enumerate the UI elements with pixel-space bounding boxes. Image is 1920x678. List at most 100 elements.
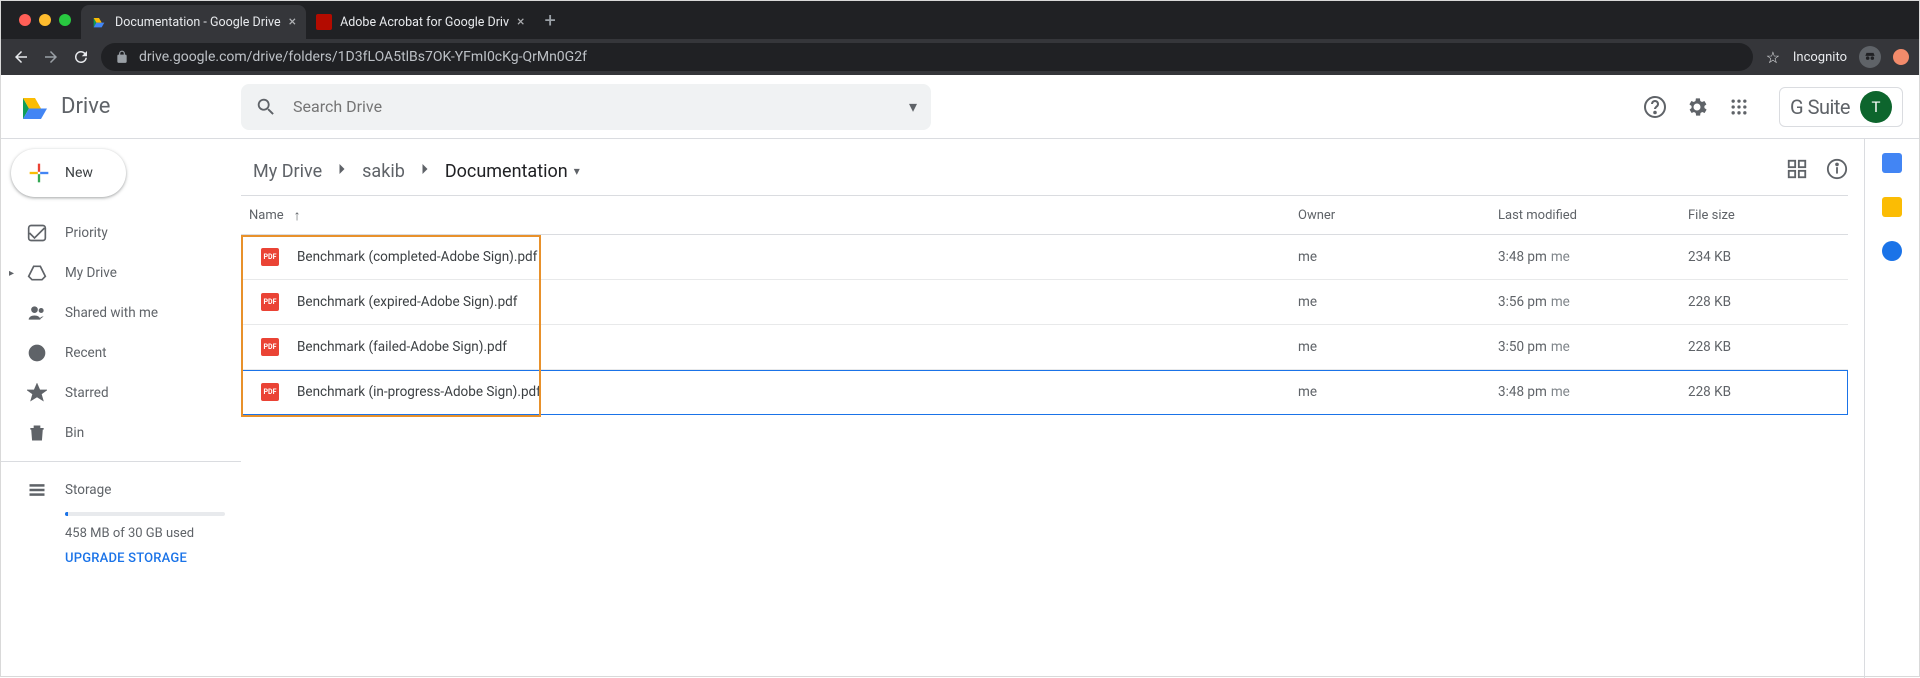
mydrive-icon: [27, 263, 47, 283]
browser-tab[interactable]: Documentation - Google Drive ×: [81, 5, 306, 39]
sidebar-item-shared-with-me[interactable]: Shared with me: [1, 293, 241, 333]
file-row[interactable]: PDFBenchmark (failed-Adobe Sign).pdfme3:…: [241, 325, 1848, 370]
search-options-icon[interactable]: ▾: [909, 97, 917, 116]
calendar-icon[interactable]: [1882, 153, 1902, 173]
sidebar-item-my-drive[interactable]: ▸My Drive: [1, 253, 241, 293]
file-row[interactable]: PDF Benchmark (completed-Adobe Sign).pdf m…: [241, 235, 1848, 280]
column-modified[interactable]: Last modified: [1498, 208, 1688, 223]
file-modified: 3:48 pmme: [1498, 384, 1688, 400]
bin-icon: [27, 423, 47, 443]
column-name[interactable]: Name↑: [249, 207, 1298, 224]
back-button[interactable]: [11, 48, 31, 66]
minimize-window-icon[interactable]: [39, 14, 51, 26]
apps-grid-icon[interactable]: [1727, 95, 1751, 119]
file-row[interactable]: PDFBenchmark (expired-Adobe Sign).pdfme3…: [241, 280, 1848, 325]
file-name: Benchmark (in-progress-Adobe Sign).pdf: [297, 384, 541, 400]
file-size: 234 KB: [1688, 249, 1848, 265]
drive-icon: [17, 89, 53, 125]
help-icon[interactable]: [1643, 95, 1667, 119]
file-owner: me: [1298, 249, 1498, 265]
breadcrumb-separator: [332, 159, 352, 184]
main-panel: My Drive sakib Documentation ▾ Name↑ Owner…: [241, 139, 1865, 678]
sidebar-item-recent[interactable]: Recent: [1, 333, 241, 373]
file-name: Benchmark (expired-Adobe Sign).pdf: [297, 294, 517, 310]
breadcrumb-item[interactable]: My Drive: [249, 157, 326, 186]
file-owner: me: [1298, 339, 1498, 355]
extension-icon[interactable]: [1893, 49, 1909, 65]
sidebar-item-label: Recent: [65, 345, 107, 361]
sidebar-item-label: Priority: [65, 225, 108, 241]
incognito-icon: [1859, 46, 1881, 68]
upgrade-storage-link[interactable]: UPGRADE STORAGE: [65, 551, 241, 566]
close-window-icon[interactable]: [19, 14, 31, 26]
tab-label: Adobe Acrobat for Google Driv: [340, 15, 509, 30]
sidebar-item-bin[interactable]: Bin: [1, 413, 241, 453]
bookmark-star-icon[interactable]: ☆: [1763, 48, 1783, 67]
file-row[interactable]: PDFBenchmark (in-progress-Adobe Sign).pd…: [241, 370, 1848, 415]
file-modified: 3:56 pmme: [1498, 294, 1688, 310]
keep-icon[interactable]: [1882, 197, 1902, 217]
close-tab-icon[interactable]: ×: [517, 15, 524, 29]
close-tab-icon[interactable]: ×: [289, 15, 296, 29]
new-tab-button[interactable]: +: [535, 8, 566, 32]
recent-icon: [27, 343, 47, 363]
pdf-icon: PDF: [261, 248, 279, 266]
new-button[interactable]: New: [11, 149, 126, 197]
new-button-label: New: [65, 165, 93, 181]
gsuite-badge[interactable]: G Suite T: [1779, 87, 1903, 127]
storage-icon: [27, 480, 47, 500]
sidebar-item-label: Starred: [65, 385, 109, 401]
incognito-label: Incognito: [1793, 50, 1847, 65]
sidebar: New Priority ▸My Drive Shared with me Recen…: [1, 139, 241, 678]
details-info-icon[interactable]: [1826, 158, 1848, 184]
sidebar-item-starred[interactable]: Starred: [1, 373, 241, 413]
gsuite-label: G Suite: [1790, 95, 1850, 119]
grid-view-icon[interactable]: [1786, 158, 1808, 184]
shared-icon: [27, 303, 47, 323]
secure-lock-icon: [115, 50, 129, 64]
url-text: drive.google.com/drive/folders/1D3fLOA5t…: [139, 49, 587, 65]
priority-icon: [27, 223, 47, 243]
file-size: 228 KB: [1688, 384, 1848, 400]
expand-chevron-icon[interactable]: ▸: [9, 268, 14, 279]
sidebar-item-priority[interactable]: Priority: [1, 213, 241, 253]
tab-bar: Documentation - Google Drive×Adobe Acrob…: [1, 1, 1919, 39]
app-name: Drive: [61, 94, 110, 119]
avatar[interactable]: T: [1860, 91, 1892, 123]
url-field[interactable]: drive.google.com/drive/folders/1D3fLOA5t…: [101, 43, 1753, 71]
file-size: 228 KB: [1688, 339, 1848, 355]
breadcrumb: My Drive sakib Documentation ▾: [249, 157, 1786, 186]
list-header: Name↑ Owner Last modified File size: [241, 195, 1848, 235]
search-icon: [255, 96, 277, 118]
column-owner[interactable]: Owner: [1298, 208, 1498, 223]
browser-tab[interactable]: Adobe Acrobat for Google Driv ×: [306, 5, 534, 39]
sidebar-item-label: Bin: [65, 425, 84, 441]
tasks-icon[interactable]: [1882, 241, 1902, 261]
sidebar-item-storage[interactable]: Storage: [27, 470, 241, 510]
file-list: PDF Benchmark (completed-Adobe Sign).pdf m…: [241, 235, 1848, 415]
breadcrumb-item[interactable]: sakib: [358, 157, 409, 186]
plus-icon: [25, 159, 53, 187]
file-name: Benchmark (completed-Adobe Sign).pdf: [297, 249, 537, 265]
storage-bar: [65, 512, 225, 516]
column-size[interactable]: File size: [1688, 208, 1848, 223]
file-size: 228 KB: [1688, 294, 1848, 310]
forward-button[interactable]: [41, 48, 61, 66]
file-name: Benchmark (failed-Adobe Sign).pdf: [297, 339, 507, 355]
file-modified: 3:48 pmme: [1498, 249, 1688, 265]
drive-logo[interactable]: Drive: [17, 89, 241, 125]
content-area: New Priority▸My DriveShared with meRecen…: [1, 139, 1919, 678]
breadcrumb-item[interactable]: Documentation ▾: [441, 157, 584, 186]
browser-chrome: Documentation - Google Drive×Adobe Acrob…: [1, 1, 1919, 75]
search-box[interactable]: ▾: [241, 84, 931, 130]
app-header: Drive ▾ G Suite T: [1, 75, 1919, 139]
sidebar-divider: [1, 461, 241, 462]
chevron-down-icon[interactable]: ▾: [574, 164, 580, 178]
tab-label: Documentation - Google Drive: [115, 15, 281, 30]
maximize-window-icon[interactable]: [59, 14, 71, 26]
pdf-icon: PDF: [261, 293, 279, 311]
sidebar-item-label: Shared with me: [65, 305, 158, 321]
search-input[interactable]: [293, 97, 893, 116]
settings-gear-icon[interactable]: [1685, 95, 1709, 119]
reload-button[interactable]: [71, 48, 91, 66]
